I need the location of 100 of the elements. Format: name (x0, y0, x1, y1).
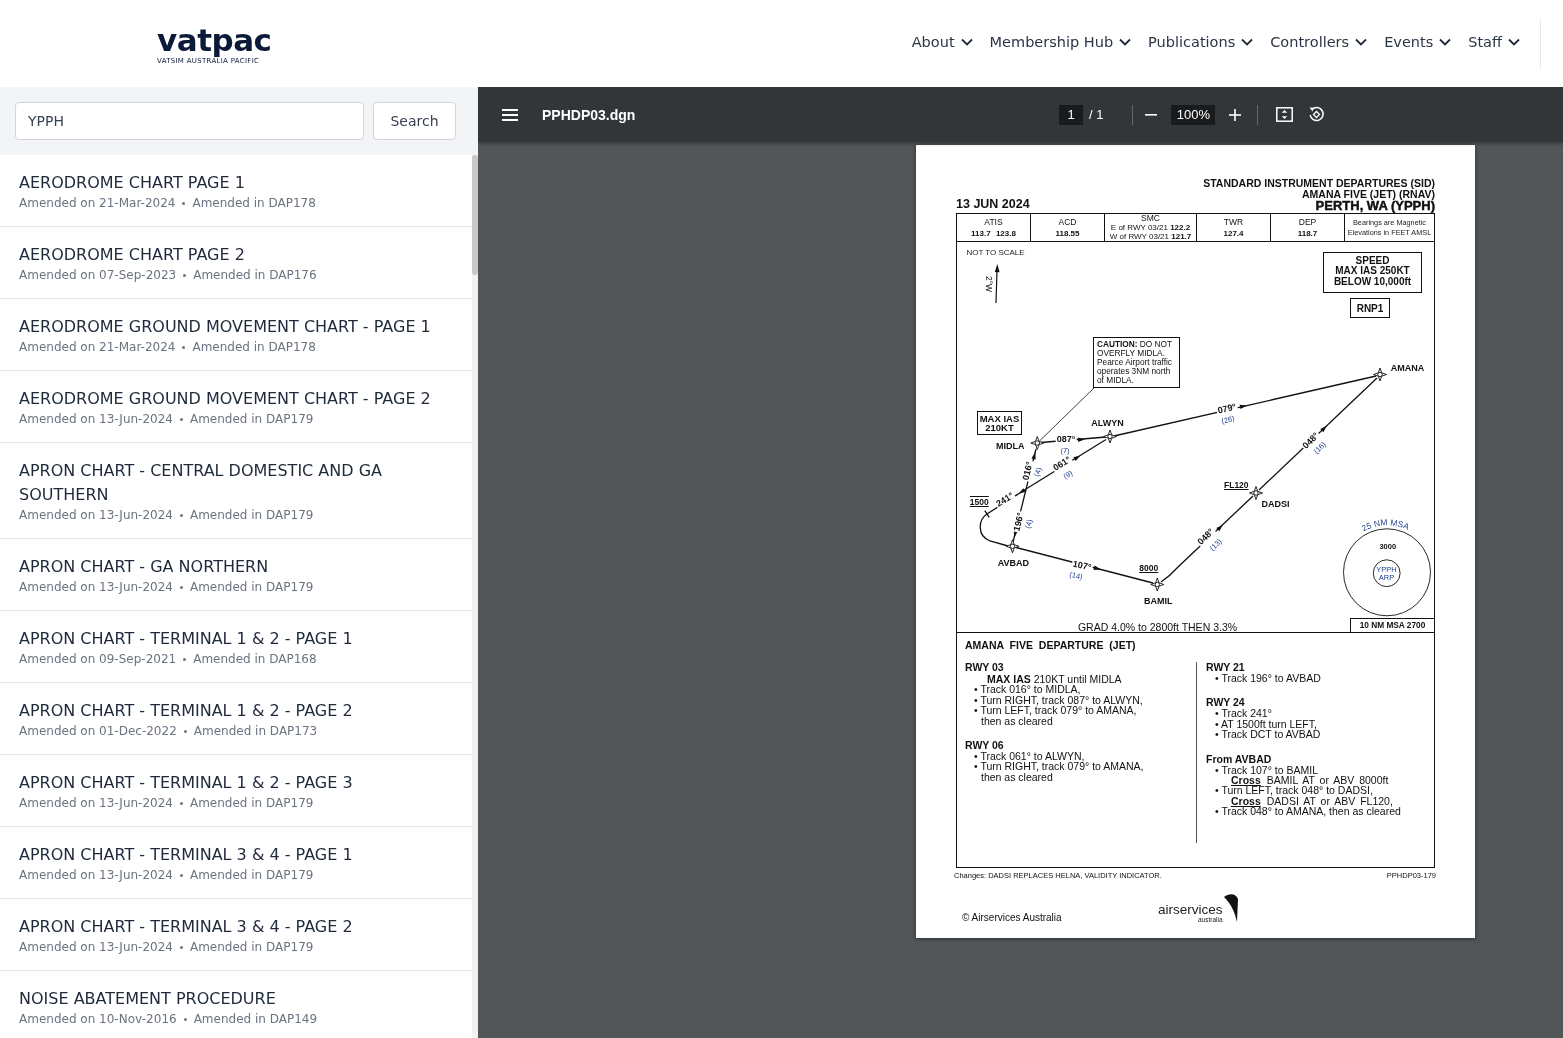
instruction-text: • Track 048° to AMANA, then as cleared (1215, 806, 1402, 817)
altitude-constraint: 1500 (969, 496, 989, 507)
amended-date: Amended on 10-Nov-2016 (19, 1011, 177, 1027)
waypoint-label: ALWYN (1091, 418, 1124, 427)
amended-date: Amended on 21-Mar-2024 (19, 339, 176, 355)
instruction-text: • Track 061° to ALWYN, (974, 751, 1085, 762)
document-title: APRON CHART - CENTRAL DOMESTIC AND GA SOUTHERN (19, 460, 383, 506)
frequency-label: SMC (1141, 214, 1160, 223)
fit-page-icon (1275, 107, 1293, 122)
section-heading: RWY 06 (965, 740, 1005, 752)
frequency-label: DEP (1298, 217, 1317, 227)
north-arrow-icon (994, 264, 1000, 304)
waypoint-icon (1103, 429, 1117, 444)
document-title: APRON CHART - TERMINAL 1 & 2 - PAGE 2 (19, 700, 354, 722)
wing-icon (1223, 893, 1238, 922)
instruction-text: • Track 107° to BAMIL (1215, 764, 1319, 776)
document-title: APRON CHART - TERMINAL 1 & 2 - PAGE 1 (19, 628, 354, 650)
airport-name: PERTH, WA (YPPH) (1315, 199, 1435, 212)
track-bearing: 087° (1055, 434, 1077, 444)
amended-date: Amended on 07-Sep-2023 (19, 267, 177, 283)
nav-link[interactable]: Events (1384, 31, 1452, 52)
document-title: APRON CHART - GA NORTHERN (19, 556, 270, 578)
frequency-label: ACD (1058, 217, 1077, 227)
crossing-constraint: Cross BAMIL AT or ABV 8000ft (1231, 775, 1390, 786)
instruction-text: • Turn LEFT, track 048° to DADSI, (1215, 785, 1374, 796)
scale-note: NOT TO SCALE (966, 248, 1025, 257)
nav-link[interactable]: Staff (1468, 31, 1520, 52)
frequency-value: 118.7 (1297, 228, 1318, 238)
document-title: AERODROME CHART PAGE 2 (19, 244, 246, 266)
document-title: AERODROME GROUND MOVEMENT CHART - PAGE 2 (19, 388, 432, 410)
search-field[interactable]: YPPH (15, 102, 364, 140)
navigation-spec-label: RNP1 (1350, 298, 1390, 318)
amended-version: Amended in DAP179 (189, 507, 314, 523)
instruction-text: • AT 1500ft turn LEFT, (1215, 718, 1318, 730)
nav-link[interactable]: Membership Hub (989, 31, 1132, 52)
document-title: APRON CHART - TERMINAL 1 & 2 - PAGE 3 (19, 772, 354, 794)
climb-gradient-text: GRAD 4.0% to 2800ft THEN 3.3% (1077, 622, 1238, 633)
frequency-value: 118.55 (1055, 228, 1080, 238)
chevron-down-icon (1241, 37, 1254, 46)
amended-version: Amended in DAP168 (193, 651, 317, 667)
nav-link[interactable]: Controllers (1270, 31, 1368, 52)
instruction-text: • Track 241° (1215, 708, 1273, 719)
chevron-down-icon (1355, 37, 1368, 46)
chevron-down-icon (1119, 37, 1132, 46)
crossing-constraint: Cross DADSI AT or ABV FL120, (1231, 795, 1393, 807)
logo-wordmark[interactable]: vatpac (157, 24, 272, 55)
altitude-constraint: 8000 (1139, 562, 1159, 573)
amended-version: Amended in DAP178 (192, 339, 316, 355)
scrollbar-thumb[interactable] (472, 155, 478, 275)
zoom-level-field[interactable]: 100% (1171, 104, 1216, 125)
waypoint-icon (1249, 486, 1263, 500)
amended-date: Amended on 09-Sep-2021 (19, 651, 177, 667)
magnetic-variation-label: 2°W (984, 275, 993, 293)
publisher-wordmark: airservices (1158, 903, 1223, 916)
instruction-text: • Turn LEFT, track 079° to AMANA, then as cleared (974, 705, 1137, 727)
msa-label: 25 NM MSA (1359, 517, 1411, 534)
section-heading: RWY 03 (965, 662, 1005, 673)
procedure-title: AMANA FIVE DEPARTURE (JET) (965, 639, 1137, 651)
nav-link[interactable]: Publications (1148, 31, 1254, 52)
amended-date: Amended on 01-Dec-2022 (19, 723, 177, 739)
copyright-text: © Airservices Australia (962, 912, 1062, 923)
track-bearing: 079° (1215, 402, 1238, 416)
waypoint-label: AVBAD (997, 558, 1029, 567)
amended-version: Amended in DAP178 (192, 195, 316, 211)
waypoint-label: DADSI (1261, 499, 1290, 509)
caution-note: CAUTION: DO NOT OVERFLY MIDLA. Pearce Airport traffic operates 3NM north of MIDLA. (1093, 337, 1180, 388)
waypoint-label: MIDLA (996, 441, 1025, 450)
instruction-text: • Track DCT to AVBAD (1215, 729, 1322, 740)
amended-version: Amended in DAP179 (189, 939, 314, 955)
amended-version: Amended in DAP173 (193, 723, 318, 739)
frequency-value: 113.7 123.8 (971, 228, 1016, 238)
instruction-text: • Track 196° to AVBAD (1215, 673, 1322, 684)
search-button[interactable]: Search (373, 102, 456, 140)
amended-version: Amended in DAP179 (189, 795, 314, 811)
amended-date: Amended on 13-Jun-2024 (19, 867, 173, 883)
document-title: APRON CHART - TERMINAL 3 & 4 - PAGE 2 (19, 916, 354, 938)
frequency-value: 127.4 (1223, 228, 1244, 238)
amended-date: Amended on 21-Mar-2024 (19, 195, 176, 211)
waypoint-icon (1005, 539, 1020, 554)
instruction-text: • Turn RIGHT, track 087° to ALWYN, (974, 694, 1144, 706)
chevron-down-icon (960, 37, 973, 46)
nav-link[interactable]: About (911, 31, 973, 52)
frequency-value: W of RWY 03/21 121.7 (1109, 232, 1192, 241)
amended-date: Amended on 13-Jun-2024 (19, 507, 173, 523)
frequency-label: TWR (1223, 217, 1244, 227)
waypoint-icon (1150, 577, 1165, 592)
instruction-text: • Turn RIGHT, track 079° to AMANA, then as cleared (974, 761, 1145, 783)
page-count: / 1 (1089, 105, 1104, 124)
plus-icon (1229, 108, 1242, 121)
waypoint-icon (1373, 367, 1387, 382)
inner-msa-note: 10 NM MSA 2700 (1350, 618, 1434, 632)
section-heading: RWY 24 (1206, 697, 1246, 709)
frequency-value: E of RWY 03/21 122.2 (1110, 223, 1191, 232)
amended-date: Amended on 13-Jun-2024 (19, 579, 173, 595)
page-number-field[interactable]: 1 (1059, 104, 1083, 125)
minus-icon (1145, 113, 1158, 116)
frequency-label: ATIS (984, 217, 1003, 227)
section-heading: From AVBAD (1206, 753, 1273, 765)
amended-version: Amended in DAP179 (189, 867, 314, 883)
speed-limit-note: SPEED MAX IAS 250KT BELOW 10,000ft (1323, 252, 1422, 293)
